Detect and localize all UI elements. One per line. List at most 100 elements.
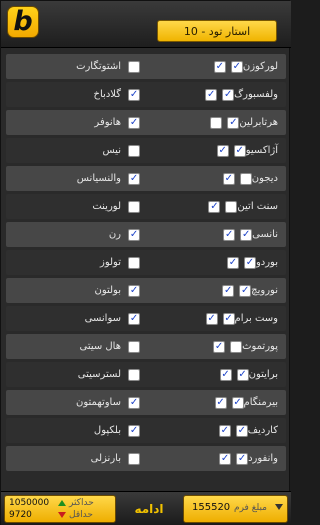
match-row: دیجون والنسیانس: [6, 166, 286, 191]
home-team-name: دیجون: [251, 173, 278, 184]
home-win-checkbox[interactable]: [235, 424, 248, 437]
match-row: نانسی رن: [6, 222, 286, 247]
max-label: حداکثر: [69, 498, 94, 508]
away-team-name: نیس: [102, 145, 121, 156]
away-team-name: هانوفر: [94, 117, 121, 128]
home-cell: ولفسبورگ: [146, 82, 286, 107]
home-team-name: بوردو: [255, 257, 278, 268]
away-win-checkbox[interactable]: [128, 368, 140, 381]
draw-checkbox[interactable]: [216, 144, 229, 157]
away-win-checkbox[interactable]: [128, 424, 140, 437]
continue-button[interactable]: ادامه: [123, 497, 175, 521]
match-row: بیرمنگام ساوتهمتون: [6, 390, 286, 415]
away-team-name: اشتوتگارت: [76, 61, 121, 72]
away-cell: هانوفر: [6, 110, 146, 135]
draw-checkbox[interactable]: [223, 228, 236, 241]
away-cell: تولوز: [6, 250, 146, 275]
stake-value: 155520: [192, 502, 231, 513]
home-team-name: هرتابرلین: [239, 117, 278, 128]
away-win-checkbox[interactable]: [128, 88, 140, 101]
draw-checkbox[interactable]: [208, 200, 221, 213]
away-team-name: گلادباخ: [93, 89, 121, 100]
home-win-checkbox[interactable]: [233, 144, 246, 157]
home-cell: سنت اتین: [146, 194, 286, 219]
draw-checkbox[interactable]: [222, 172, 235, 185]
limits-panel: 1050000 حداکثر 9720 حداقل: [4, 495, 116, 523]
away-win-checkbox[interactable]: [128, 340, 140, 353]
match-row: برایتون لسترسیتی: [6, 362, 286, 387]
draw-checkbox[interactable]: [222, 284, 235, 297]
away-win-checkbox[interactable]: [128, 452, 140, 465]
chevron-down-icon[interactable]: [275, 504, 283, 510]
home-win-checkbox[interactable]: [222, 88, 235, 101]
home-win-checkbox[interactable]: [230, 60, 243, 73]
away-win-checkbox[interactable]: [128, 172, 140, 185]
home-cell: دیجون: [146, 166, 286, 191]
bwin-logo[interactable]: b: [7, 6, 39, 38]
min-label: حداقل: [69, 510, 93, 520]
stake-panel[interactable]: 155520 مبلغ فرم: [183, 495, 288, 523]
away-win-checkbox[interactable]: [128, 200, 140, 213]
min-value: 9720: [9, 510, 32, 520]
draw-checkbox[interactable]: [213, 340, 226, 353]
home-win-checkbox[interactable]: [239, 284, 252, 297]
away-win-checkbox[interactable]: [128, 116, 140, 129]
min-row: 9720 حداقل: [9, 509, 113, 521]
form-tab[interactable]: استار تود - 10: [157, 20, 277, 42]
draw-checkbox[interactable]: [226, 256, 239, 269]
home-team-name: نورویچ: [251, 285, 278, 296]
away-win-checkbox[interactable]: [128, 284, 140, 297]
match-list: لورکوزن اشتوتگارت ولفسبورگ گلادباخ هرتابرلین…: [6, 54, 286, 474]
home-win-checkbox[interactable]: [240, 228, 253, 241]
match-row: وانفورد بارنزلی: [6, 446, 286, 471]
away-team-name: لورینت: [92, 201, 121, 212]
away-win-checkbox[interactable]: [128, 396, 140, 409]
home-win-checkbox[interactable]: [227, 116, 240, 129]
home-win-checkbox[interactable]: [243, 256, 256, 269]
away-win-checkbox[interactable]: [128, 256, 140, 269]
away-win-checkbox[interactable]: [128, 312, 140, 325]
away-win-checkbox[interactable]: [128, 228, 140, 241]
home-win-checkbox[interactable]: [236, 368, 249, 381]
away-team-name: بولتون: [94, 285, 121, 296]
draw-checkbox[interactable]: [218, 424, 231, 437]
away-cell: نیس: [6, 138, 146, 163]
max-row: 1050000 حداکثر: [9, 497, 113, 509]
home-team-name: سنت اتین: [237, 201, 278, 212]
match-row: آژاکسیو نیس: [6, 138, 286, 163]
draw-checkbox[interactable]: [205, 312, 218, 325]
home-team-name: وست برام: [234, 313, 278, 324]
home-team-name: لورکوزن: [242, 61, 278, 72]
match-row: لورکوزن اشتوتگارت: [6, 54, 286, 79]
away-team-name: بلکپول: [93, 425, 121, 436]
away-cell: لورینت: [6, 194, 146, 219]
home-cell: بوردو: [146, 250, 286, 275]
away-team-name: والنسیانس: [76, 173, 121, 184]
home-cell: لورکوزن: [146, 54, 286, 79]
away-team-name: تولوز: [100, 257, 121, 268]
home-win-checkbox[interactable]: [231, 396, 244, 409]
away-cell: لسترسیتی: [6, 362, 146, 387]
home-win-checkbox[interactable]: [222, 312, 235, 325]
draw-checkbox[interactable]: [214, 396, 227, 409]
home-cell: آژاکسیو: [146, 138, 286, 163]
home-cell: هرتابرلین: [146, 110, 286, 135]
away-cell: سوانسی: [6, 306, 146, 331]
home-win-checkbox[interactable]: [225, 200, 238, 213]
away-team-name: سوانسی: [84, 313, 121, 324]
home-win-checkbox[interactable]: [236, 452, 249, 465]
away-cell: بارنزلی: [6, 446, 146, 471]
home-win-checkbox[interactable]: [239, 172, 252, 185]
match-row: پورتموث هال سیتی: [6, 334, 286, 359]
draw-checkbox[interactable]: [213, 60, 226, 73]
draw-checkbox[interactable]: [205, 88, 218, 101]
draw-checkbox[interactable]: [210, 116, 223, 129]
footer-bar: 1050000 حداکثر 9720 حداقل ادامه 155520 م…: [1, 491, 291, 525]
draw-checkbox[interactable]: [219, 368, 232, 381]
draw-checkbox[interactable]: [219, 452, 232, 465]
away-team-name: بارنزلی: [90, 453, 121, 464]
away-team-name: رن: [108, 229, 121, 240]
away-win-checkbox[interactable]: [128, 144, 140, 157]
away-win-checkbox[interactable]: [128, 60, 140, 73]
home-win-checkbox[interactable]: [230, 340, 243, 353]
